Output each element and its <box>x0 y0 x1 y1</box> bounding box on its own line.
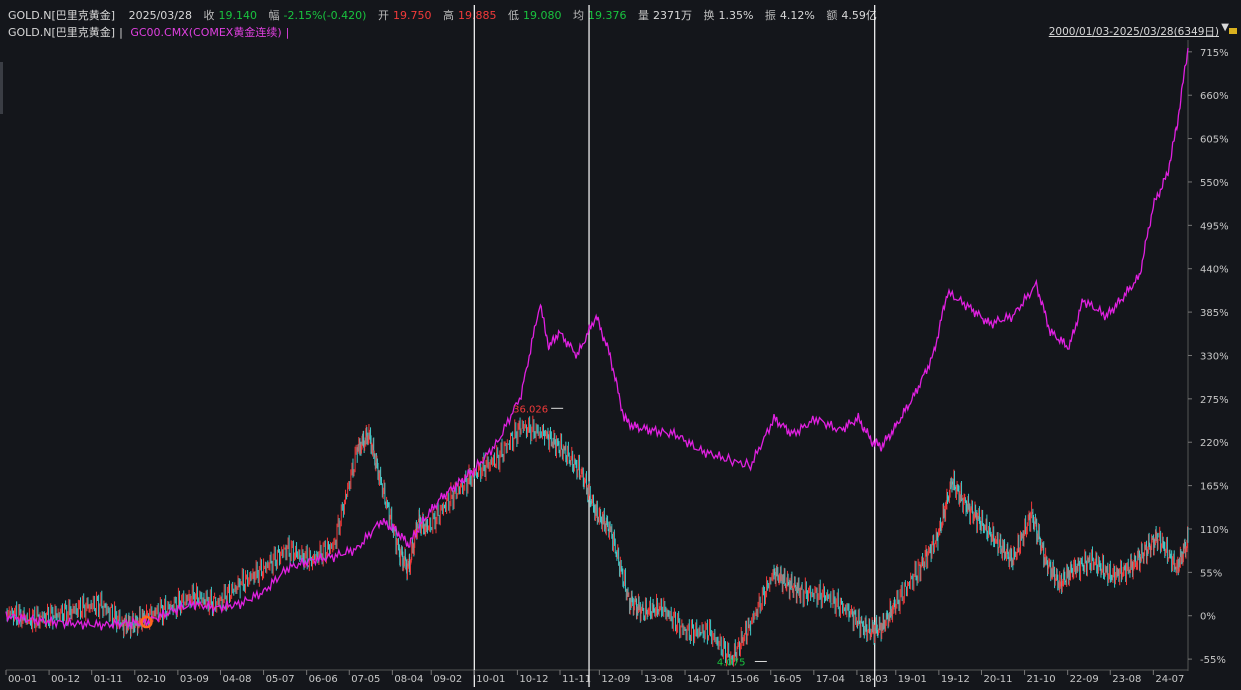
y-tick-label-14: -55% <box>1200 655 1226 666</box>
y-tick-label-8: 275% <box>1200 395 1229 406</box>
price-chart[interactable]: 715% 660% 605% 550% 495% 440% 385% 330% 275% 220%… <box>0 0 1241 690</box>
series-group <box>5 47 1189 667</box>
y-tick-label-1: 660% <box>1200 91 1229 102</box>
x-tick-label-6: 05-07 <box>266 674 295 685</box>
x-tick-label-27: 24-07 <box>1155 674 1184 685</box>
x-tick-label-26: 23-08 <box>1112 674 1141 685</box>
y-tick-label-0: 715% <box>1200 48 1229 59</box>
y-tick-label-12: 55% <box>1200 568 1222 579</box>
cursor-lines <box>473 5 876 687</box>
y-tick-label-7: 330% <box>1200 351 1229 362</box>
y-tick-label-5: 440% <box>1200 265 1229 276</box>
x-tick-label-16: 14-07 <box>687 674 716 685</box>
x-tick-label-1: 00-12 <box>51 674 80 685</box>
annotation-label-0: 36.026 <box>513 404 548 415</box>
x-tick-label-19: 17-04 <box>816 674 845 685</box>
x-tick-label-11: 10-01 <box>476 674 505 685</box>
comex-line <box>5 47 1189 631</box>
x-tick-label-25: 22-09 <box>1070 674 1099 685</box>
x-tick-label-24: 21-10 <box>1027 674 1056 685</box>
y-tick-label-3: 550% <box>1200 178 1229 189</box>
x-tick-label-20: 18-03 <box>859 674 888 685</box>
gold-candles <box>6 415 1189 667</box>
annotation-label-1: 4.075 <box>717 657 746 668</box>
y-tick-label-6: 385% <box>1200 308 1229 319</box>
y-tick-label-13: 0% <box>1200 612 1216 623</box>
chart-frame <box>6 40 1189 671</box>
x-tick-label-8: 07-05 <box>351 674 380 685</box>
y-axis: 715% 660% 605% 550% 495% 440% 385% 330% 275% 220%… <box>1188 48 1229 666</box>
x-tick-label-15: 13-08 <box>644 674 673 685</box>
x-tick-label-0: 00-01 <box>8 674 37 685</box>
y-tick-label-4: 495% <box>1200 221 1229 232</box>
x-tick-label-22: 19-12 <box>941 674 970 685</box>
x-tick-label-23: 20-11 <box>983 674 1012 685</box>
y-tick-label-10: 165% <box>1200 482 1229 493</box>
x-tick-label-4: 03-09 <box>180 674 209 685</box>
x-tick-label-12: 10-12 <box>519 674 548 685</box>
x-tick-label-13: 11-11 <box>562 674 591 685</box>
x-tick-label-17: 15-06 <box>730 674 759 685</box>
x-tick-label-21: 19-01 <box>898 674 927 685</box>
x-tick-label-9: 08-04 <box>394 674 423 685</box>
x-tick-label-18: 16-05 <box>773 674 802 685</box>
x-tick-label-3: 02-10 <box>137 674 166 685</box>
y-tick-label-9: 220% <box>1200 438 1229 449</box>
x-tick-label-5: 04-08 <box>222 674 251 685</box>
x-tick-label-10: 09-02 <box>433 674 462 685</box>
y-tick-label-2: 605% <box>1200 135 1229 146</box>
x-tick-label-14: 12-09 <box>601 674 630 685</box>
x-tick-label-7: 06-06 <box>309 674 338 685</box>
x-tick-label-2: 01-11 <box>94 674 123 685</box>
y-tick-label-11: 110% <box>1200 525 1229 536</box>
x-axis: 00-01 00-12 01-11 02-10 03-09 04-08 05-07 06-06… <box>5 670 1184 685</box>
